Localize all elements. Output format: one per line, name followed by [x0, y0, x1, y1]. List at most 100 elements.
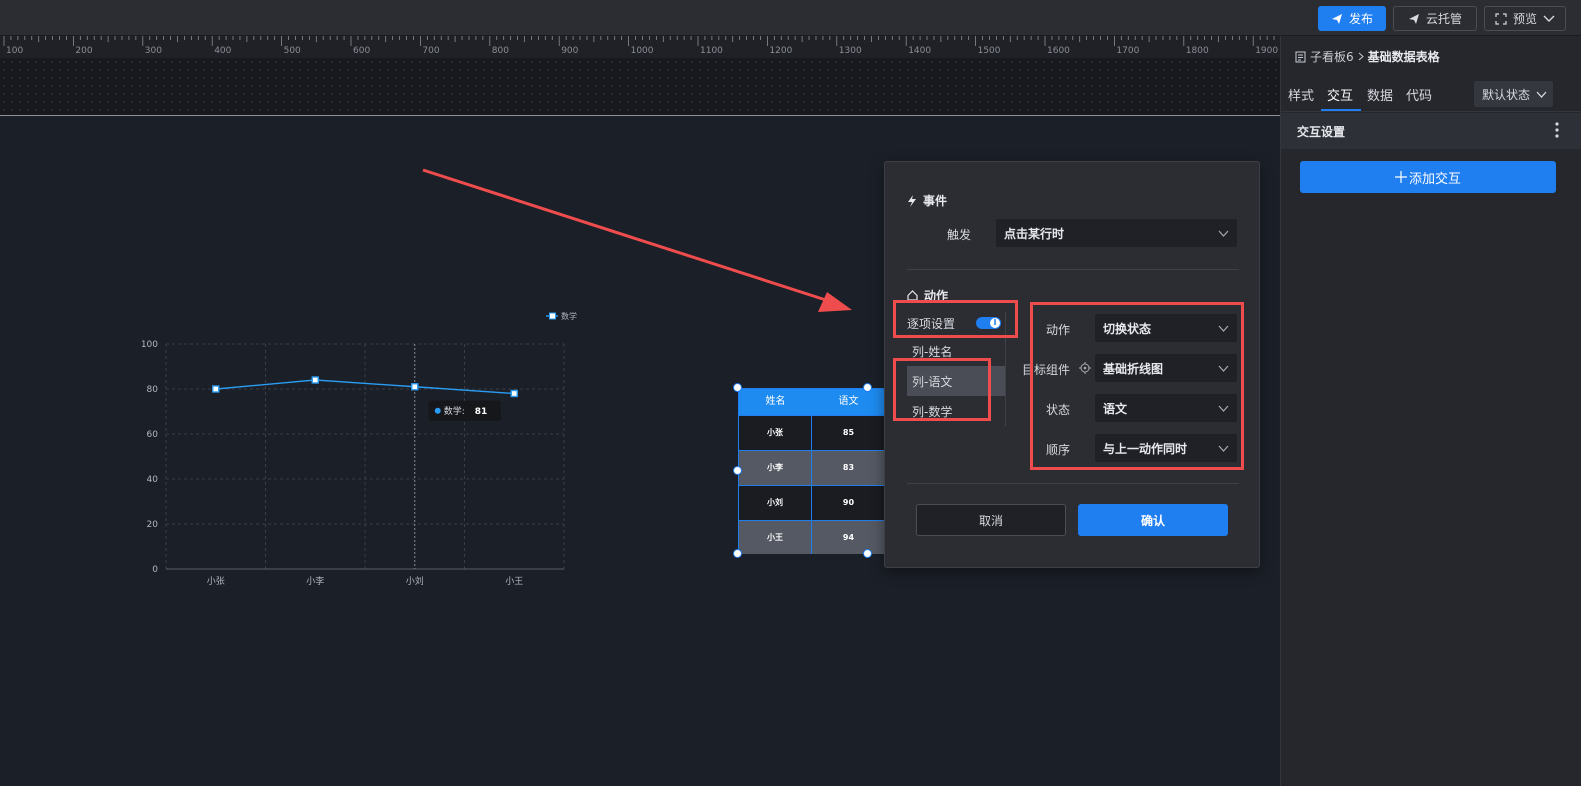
chevron-right-icon	[1358, 52, 1364, 61]
ruler-label: 400	[214, 46, 232, 56]
horizontal-ruler: 100 200 300 400 500 600 700 800 900 1000 1100 1200 1…	[0, 36, 1280, 58]
table-row[interactable]: 小刘 90	[739, 485, 885, 520]
ruler-label: 1100	[700, 46, 723, 56]
state-dropdown[interactable]: 默认状态	[1474, 81, 1553, 107]
event-section-title: 事件	[907, 192, 947, 209]
ruler-label: 1900	[1255, 46, 1279, 56]
fullscreen-icon	[1495, 12, 1507, 25]
data-table-widget[interactable]: 姓名 语文 小张 85 小李 83 小刘 90 小王 94	[738, 388, 885, 554]
ruler-label: 1600	[1047, 46, 1070, 56]
ruler-label: 200	[75, 46, 93, 56]
breadcrumb-current: 基础数据表格	[1367, 50, 1440, 64]
more-vertical-icon[interactable]	[1555, 121, 1559, 139]
table-cell: 90	[842, 498, 855, 507]
y-tick-label: 20	[147, 520, 159, 530]
data-point	[311, 376, 319, 384]
canvas-top-band	[0, 58, 1280, 116]
annotation-box-action-fields	[1030, 302, 1244, 470]
preview-button[interactable]: 预览	[1484, 6, 1566, 31]
ruler-label: 600	[353, 46, 371, 56]
top-toolbar: 发布 云托管 预览	[0, 0, 1581, 36]
data-point	[510, 389, 518, 398]
table-header-cell: 姓名	[765, 396, 786, 407]
cloud-host-button[interactable]: 云托管	[1393, 6, 1477, 31]
line-chart[interactable]: 0 20 40 60 80 100 小张 小李 小刘 小王 数学数学: 81	[130, 300, 600, 600]
tab-style[interactable]: 样式	[1288, 85, 1314, 104]
chevron-down-icon	[1543, 15, 1555, 22]
table-row[interactable]: 小王 94	[739, 520, 885, 554]
tab-code[interactable]: 代码	[1406, 85, 1432, 104]
legend-label: 数学	[561, 311, 577, 321]
tooltip-marker	[434, 407, 441, 414]
ruler-label: 1800	[1185, 46, 1209, 56]
ruler-label: 500	[283, 46, 301, 56]
interaction-settings-header: 交互设置	[1281, 113, 1581, 149]
resize-handle[interactable]	[863, 383, 872, 392]
x-tick-label: 小王	[505, 576, 523, 587]
annotation-box-item-setting	[893, 300, 1018, 338]
breadcrumb-parent[interactable]: 子看板6	[1310, 48, 1354, 65]
resize-handle[interactable]	[863, 549, 872, 558]
publish-label: 发布	[1348, 12, 1373, 26]
resize-handle[interactable]	[733, 383, 742, 392]
chevron-down-icon	[1536, 91, 1547, 98]
table-cell: 85	[842, 428, 855, 437]
trigger-label: 触发	[947, 228, 972, 242]
tooltip-label: 数学:	[444, 405, 465, 417]
ruler-label: 1400	[908, 46, 932, 56]
document-icon	[1295, 51, 1306, 62]
ruler-label: 300	[144, 46, 162, 56]
table-cell: 小王	[739, 521, 812, 554]
tooltip-value: 81	[475, 407, 488, 417]
confirm-button[interactable]: 确认	[1078, 504, 1228, 536]
y-tick-label: 60	[147, 430, 159, 440]
x-tick-label: 小李	[306, 575, 324, 587]
tab-interaction[interactable]: 交互	[1327, 85, 1353, 104]
trigger-select[interactable]: 点击某行时	[996, 219, 1237, 247]
table-cell: 94	[842, 533, 855, 542]
ruler-label: 900	[561, 46, 579, 56]
ruler-label: 1300	[838, 46, 862, 56]
add-interaction-button[interactable]: 添加交互	[1300, 161, 1556, 193]
cancel-button[interactable]: 取消	[916, 504, 1066, 536]
legend-marker	[549, 312, 556, 320]
divider	[907, 269, 1239, 270]
y-tick-label: 0	[152, 565, 158, 575]
tab-data[interactable]: 数据	[1367, 85, 1393, 104]
table-header: 姓名 语文	[739, 389, 885, 415]
breadcrumb: 子看板6 基础数据表格	[1295, 48, 1440, 65]
panel-tabs: 样式 交互 数据 代码 默认状态	[1281, 76, 1581, 112]
chevron-down-icon	[1218, 230, 1229, 237]
y-tick-label: 100	[141, 340, 158, 350]
lightning-icon	[908, 194, 916, 207]
table-row[interactable]: 小李 83	[739, 450, 885, 485]
ruler-label: 1200	[769, 46, 793, 56]
ruler-label: 1700	[1116, 46, 1140, 56]
cloud-host-label: 云托管	[1425, 12, 1462, 26]
preview-label: 预览	[1512, 12, 1537, 26]
publish-button[interactable]: 发布	[1318, 6, 1386, 31]
ruler-label: 1500	[977, 46, 1001, 56]
table-cell: 小李	[739, 451, 812, 485]
data-point	[212, 385, 220, 393]
plus-icon	[1394, 171, 1407, 183]
table-cell: 小刘	[739, 486, 812, 520]
right-property-panel: 子看板6 基础数据表格 样式 交互 数据 代码 默认状态 交互设置 添加交互	[1280, 36, 1581, 786]
y-tick-label: 40	[147, 475, 159, 485]
section-title: 交互设置	[1297, 125, 1346, 139]
send-icon	[1331, 13, 1342, 24]
ruler-label: 700	[422, 46, 440, 56]
active-tab-indicator	[1321, 109, 1361, 111]
x-tick-label: 小刘	[406, 575, 424, 587]
ruler-label: 1000	[630, 46, 654, 56]
table-header-cell: 语文	[838, 396, 859, 407]
x-tick-label: 小张	[207, 576, 225, 587]
table-cell: 小张	[739, 416, 812, 450]
ruler-label: 800	[491, 46, 509, 56]
resize-handle[interactable]	[733, 549, 742, 558]
table-cell: 83	[842, 463, 855, 472]
resize-handle[interactable]	[733, 466, 742, 475]
annotation-box-columns	[893, 358, 991, 421]
ruler-label: 100	[6, 46, 24, 56]
table-row[interactable]: 小张 85	[739, 415, 885, 450]
